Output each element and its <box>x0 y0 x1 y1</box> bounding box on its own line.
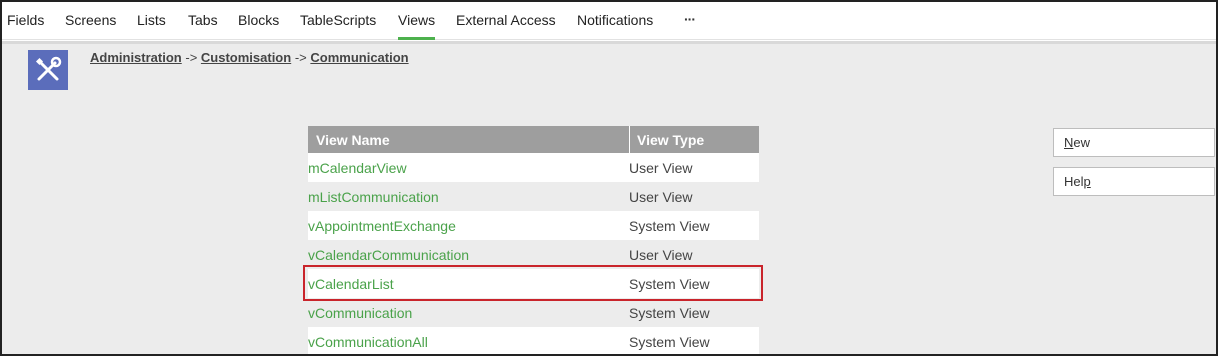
more-menu-icon[interactable]: ··· <box>684 2 696 40</box>
breadcrumb-separator: -> <box>294 50 311 65</box>
breadcrumb-customisation[interactable]: Customisation <box>201 50 291 65</box>
view-type: System View <box>629 305 710 321</box>
view-name-link[interactable]: vCommunicationAll <box>308 334 428 350</box>
breadcrumb-separator: -> <box>185 50 201 65</box>
help-button-mnemonic: p <box>1083 174 1091 189</box>
column-divider <box>629 126 630 153</box>
new-button[interactable]: New <box>1053 128 1215 157</box>
table-header: View Name View Type <box>308 126 759 153</box>
tab-fields[interactable]: Fields <box>7 2 44 40</box>
breadcrumb-administration[interactable]: Administration <box>90 50 182 65</box>
new-button-label: ew <box>1073 135 1091 150</box>
column-header-view-name[interactable]: View Name <box>316 132 390 148</box>
tab-external-access[interactable]: External Access <box>456 2 556 40</box>
tools-icon <box>28 50 68 90</box>
breadcrumb: Administration -> Customisation -> Commu… <box>90 50 409 65</box>
tab-views[interactable]: Views <box>398 2 436 40</box>
column-header-view-type[interactable]: View Type <box>637 132 704 148</box>
view-type: User View <box>629 189 693 205</box>
view-type: System View <box>629 334 710 350</box>
new-button-mnemonic: N <box>1064 135 1074 150</box>
help-button[interactable]: Help <box>1053 167 1215 196</box>
top-nav: Fields Screens Lists Tabs Blocks TableSc… <box>2 2 1216 40</box>
breadcrumb-communication[interactable]: Communication <box>310 50 408 65</box>
view-type: User View <box>629 160 693 176</box>
views-table: View Name View Type mCalendarView User V… <box>308 126 759 354</box>
view-name-link[interactable]: vCommunication <box>308 305 412 321</box>
tab-tabs[interactable]: Tabs <box>188 2 218 40</box>
table-row: vCommunication System View <box>308 298 759 327</box>
view-type: User View <box>629 247 693 263</box>
app-frame: Fields Screens Lists Tabs Blocks TableSc… <box>0 0 1218 356</box>
help-button-label: Hel <box>1064 174 1084 189</box>
table-row: mListCommunication User View <box>308 182 759 211</box>
tab-tablescripts[interactable]: TableScripts <box>300 2 376 40</box>
tab-notifications[interactable]: Notifications <box>577 2 653 40</box>
tab-lists[interactable]: Lists <box>137 2 166 40</box>
view-name-link[interactable]: vCalendarCommunication <box>308 247 469 263</box>
tab-blocks[interactable]: Blocks <box>238 2 279 40</box>
view-name-link[interactable]: mCalendarView <box>308 160 407 176</box>
tab-screens[interactable]: Screens <box>65 2 116 40</box>
table-row: vAppointmentExchange System View <box>308 211 759 240</box>
table-row: mCalendarView User View <box>308 153 759 182</box>
divider <box>2 41 1216 44</box>
view-name-link[interactable]: vAppointmentExchange <box>308 218 456 234</box>
table-row: vCommunicationAll System View <box>308 327 759 354</box>
row-highlight-box <box>303 265 763 301</box>
view-type: System View <box>629 218 710 234</box>
view-name-link[interactable]: mListCommunication <box>308 189 439 205</box>
